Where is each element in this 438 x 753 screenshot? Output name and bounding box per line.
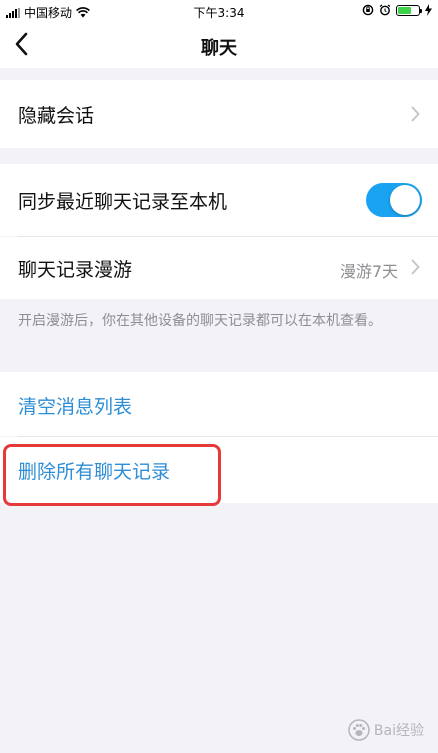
baidu-jingyan-watermark: Bai经验 (348, 719, 424, 741)
sync-recent-chats-label: 同步最近聊天记录至本机 (18, 191, 228, 213)
status-bar: 中国移动 下午3:34 (0, 0, 438, 22)
chat-roaming-row[interactable]: 聊天记录漫游 漫游7天 (0, 237, 438, 299)
hidden-chats-row[interactable]: 隐藏会话 (0, 80, 438, 148)
clear-message-list-row[interactable]: 清空消息列表 (0, 372, 438, 436)
toggle-knob (390, 185, 420, 215)
delete-all-chats-button[interactable]: 删除所有聊天记录 (18, 457, 170, 484)
chevron-right-icon (411, 259, 420, 275)
sync-recent-chats-row: 同步最近聊天记录至本机 (0, 164, 438, 236)
status-right (362, 4, 432, 16)
charging-bolt-icon (425, 4, 432, 16)
battery-icon (396, 4, 422, 16)
delete-all-chats-row[interactable]: 删除所有聊天记录 (0, 437, 438, 503)
clear-message-list-button[interactable]: 清空消息列表 (18, 392, 132, 419)
chat-roaming-label: 聊天记录漫游 (18, 259, 133, 281)
chevron-right-icon (411, 106, 420, 122)
alarm-icon (379, 4, 391, 16)
navigation-bar: 聊天 (0, 22, 438, 68)
roaming-duration-value: 漫游7天 (339, 262, 398, 281)
page-title: 聊天 (201, 38, 237, 59)
hidden-chats-label: 隐藏会话 (18, 105, 95, 127)
watermark-text: Bai经验 (373, 723, 424, 739)
roaming-note: 开启漫游后，你在其他设备的聊天记录都可以在本机查看。 (18, 313, 382, 329)
sync-toggle-switch[interactable] (366, 183, 422, 217)
orientation-lock-icon (362, 4, 374, 16)
paw-logo-icon (348, 719, 370, 741)
